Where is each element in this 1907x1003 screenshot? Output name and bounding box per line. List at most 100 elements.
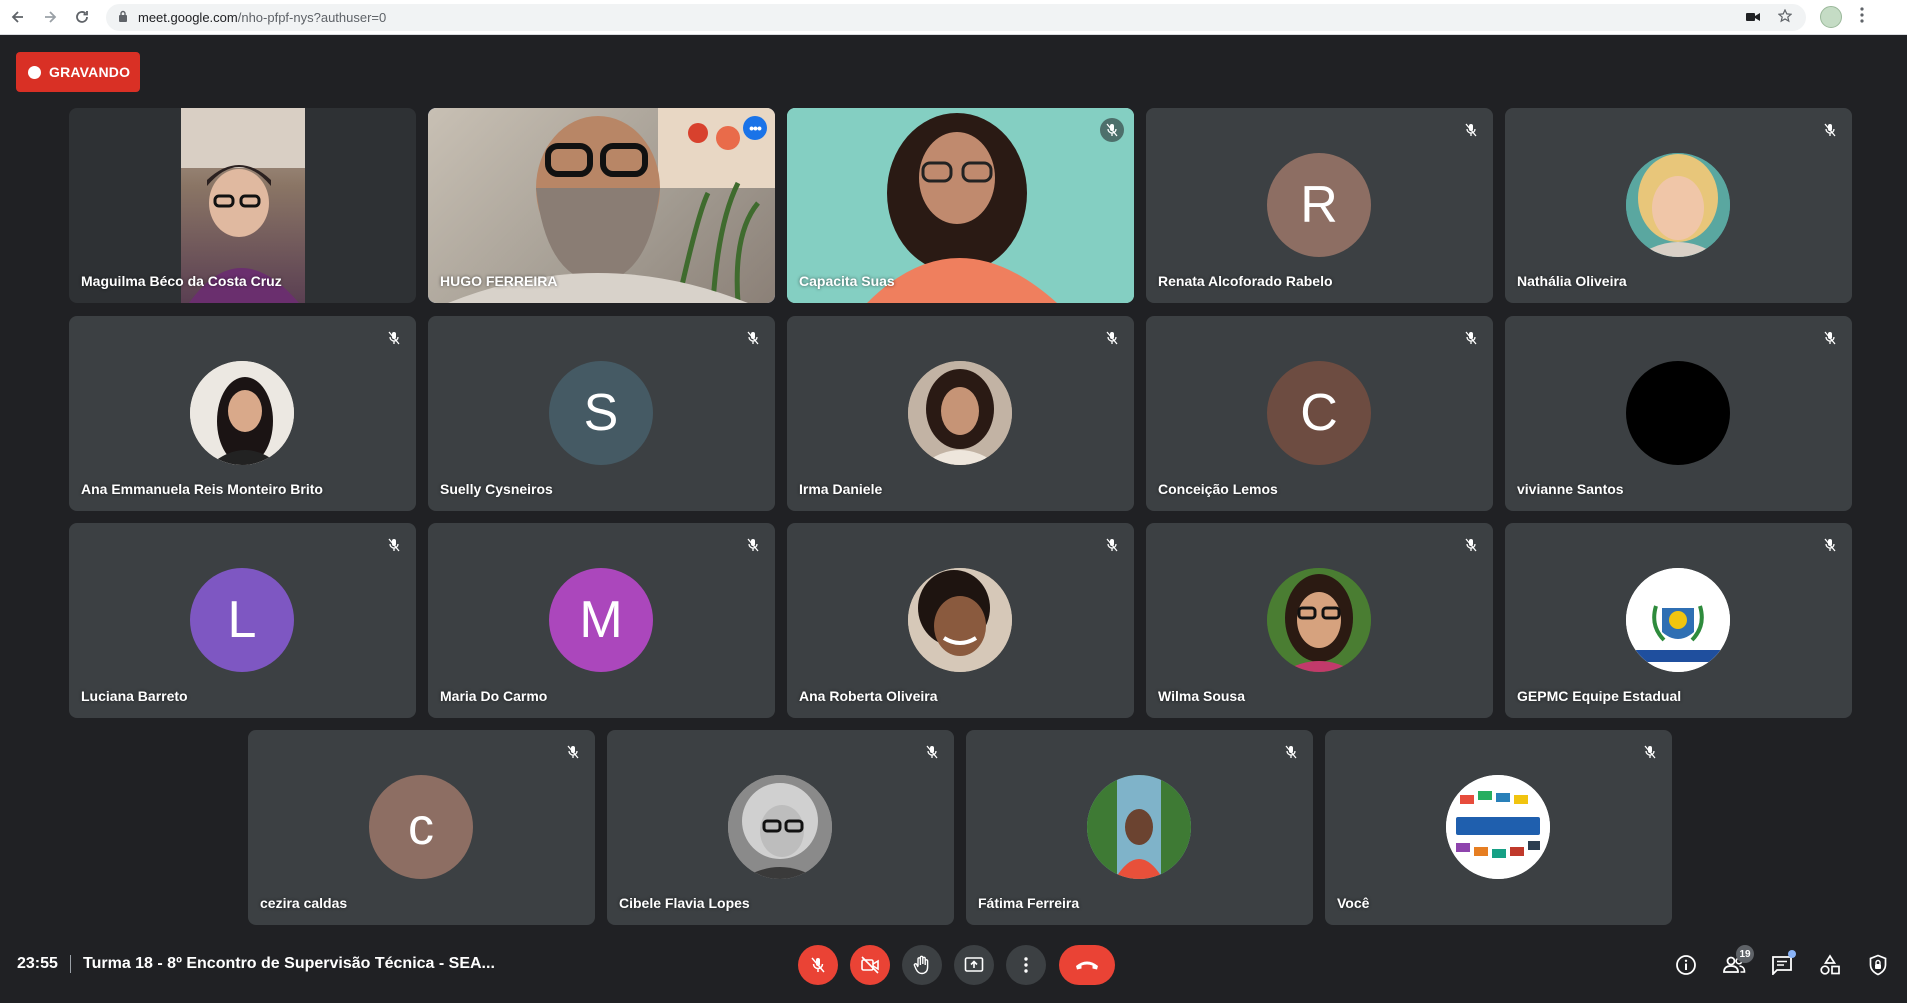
participant-name: Nathália Oliveira <box>1517 273 1627 289</box>
participant-tile[interactable]: Capacita Suas <box>787 108 1134 303</box>
activities-icon <box>1820 954 1840 975</box>
mic-off-icon <box>382 533 406 557</box>
participant-tile[interactable]: R Renata Alcoforado Rabelo <box>1146 108 1493 303</box>
mic-off-icon <box>382 326 406 350</box>
mic-off-icon <box>811 957 825 973</box>
avatar <box>1626 361 1730 465</box>
meeting-controls-bar: 23:55 Turma 18 - 8º Encontro de Supervis… <box>0 935 1907 995</box>
avatar <box>1267 568 1371 672</box>
participant-name: Capacita Suas <box>799 273 895 289</box>
more-options-icon[interactable]: ••• <box>743 116 767 140</box>
mic-off-icon <box>920 740 944 764</box>
mic-off-icon <box>1818 118 1842 142</box>
mic-off-icon <box>1459 118 1483 142</box>
url-host: meet.google.com <box>138 9 238 25</box>
participant-tile[interactable]: GEPMC Equipe Estadual <box>1505 523 1852 718</box>
participant-tile[interactable]: Ana Roberta Oliveira <box>787 523 1134 718</box>
mic-off-icon <box>1818 326 1842 350</box>
participant-tile[interactable]: Ana Emmanuela Reis Monteiro Brito <box>69 316 416 511</box>
mic-off-icon <box>1638 740 1662 764</box>
more-options-icon <box>1024 957 1028 973</box>
recording-badge: GRAVANDO <box>16 52 140 92</box>
participant-name: Você <box>1337 895 1370 911</box>
camera-toggle-button[interactable] <box>850 945 890 985</box>
state-crest-logo <box>1626 568 1730 672</box>
participant-tile[interactable]: vivianne Santos <box>1505 316 1852 511</box>
avatar: C <box>1267 361 1371 465</box>
chat-notification-dot <box>1788 950 1796 958</box>
present-screen-button[interactable] <box>954 945 994 985</box>
show-everyone-button[interactable]: 19 <box>1718 945 1754 981</box>
participant-name: Maguilma Béco da Costa Cruz <box>81 273 282 289</box>
chat-icon <box>1772 956 1792 975</box>
participant-tile[interactable]: Maguilma Béco da Costa Cruz <box>69 108 416 303</box>
participant-name: Irma Daniele <box>799 481 883 497</box>
participant-tile-speaking[interactable]: ••• HUGO FERREIRA <box>428 108 775 303</box>
participant-tile[interactable]: Cibele Flavia Lopes <box>607 730 954 925</box>
mic-off-icon <box>1818 533 1842 557</box>
participant-name: Suelly Cysneiros <box>440 481 553 497</box>
mic-off-icon <box>1100 326 1124 350</box>
mic-off-icon <box>1100 533 1124 557</box>
participant-name: cezira caldas <box>260 895 348 911</box>
mic-off-icon <box>1459 533 1483 557</box>
host-controls-icon <box>1869 954 1887 976</box>
url-path: /nho-pfpf-nys?authuser=0 <box>237 9 387 25</box>
chat-button[interactable] <box>1766 949 1798 981</box>
avatar <box>1087 775 1191 879</box>
participant-tile[interactable]: Fátima Ferreira <box>966 730 1313 925</box>
reload-icon[interactable] <box>68 3 96 31</box>
avatar <box>908 568 1012 672</box>
raise-hand-icon <box>913 955 929 975</box>
present-icon <box>964 957 984 972</box>
meeting-details-button[interactable] <box>1670 949 1702 981</box>
more-options-button[interactable] <box>1006 945 1046 985</box>
mic-off-icon <box>561 740 585 764</box>
browser-toolbar: meet.google.com/nho-pfpf-nys?authuser=0 <box>0 0 1907 35</box>
raise-hand-button[interactable] <box>902 945 942 985</box>
activities-button[interactable] <box>1814 949 1846 981</box>
participant-tile[interactable]: C Conceição Lemos <box>1146 316 1493 511</box>
camera-icon[interactable] <box>1746 9 1760 25</box>
microphone-toggle-button[interactable] <box>798 945 838 985</box>
leave-call-button[interactable] <box>1059 945 1115 985</box>
participant-tile[interactable]: S Suelly Cysneiros <box>428 316 775 511</box>
profile-avatar[interactable] <box>1820 6 1842 28</box>
avatar <box>1446 775 1550 879</box>
participant-tile[interactable]: Irma Daniele <box>787 316 1134 511</box>
star-icon[interactable] <box>1777 8 1793 26</box>
avatar: c <box>369 775 473 879</box>
participant-tile-self[interactable]: Você <box>1325 730 1672 925</box>
participant-name: Ana Roberta Oliveira <box>799 688 938 704</box>
meeting-title: Turma 18 - 8º Encontro de Supervisão Téc… <box>83 955 495 972</box>
meeting-clock: 23:55 <box>17 955 58 972</box>
participant-tile[interactable]: Nathália Oliveira <box>1505 108 1852 303</box>
menu-icon[interactable] <box>1860 6 1864 28</box>
address-bar[interactable]: meet.google.com/nho-pfpf-nys?authuser=0 <box>106 3 1806 31</box>
participant-name: Renata Alcoforado Rabelo <box>1158 273 1333 289</box>
participant-tile[interactable]: L Luciana Barreto <box>69 523 416 718</box>
capacita-suas-logo <box>1446 775 1550 879</box>
forward-icon[interactable] <box>36 3 64 31</box>
divider <box>70 955 71 973</box>
participant-name: Conceição Lemos <box>1158 481 1278 497</box>
participant-tile[interactable]: c cezira caldas <box>248 730 595 925</box>
participant-name: Fátima Ferreira <box>978 895 1080 911</box>
recording-label: GRAVANDO <box>49 64 131 80</box>
lock-icon <box>118 10 128 25</box>
avatar <box>728 775 832 879</box>
avatar <box>1626 568 1730 672</box>
participant-tile[interactable]: M Maria Do Carmo <box>428 523 775 718</box>
back-icon[interactable] <box>4 3 32 31</box>
avatar <box>908 361 1012 465</box>
hang-up-icon <box>1076 961 1098 970</box>
mic-off-icon <box>1100 118 1124 142</box>
recording-dot-icon <box>28 65 41 79</box>
info-icon <box>1676 955 1696 975</box>
participant-name: Wilma Sousa <box>1158 688 1246 704</box>
participant-tile[interactable]: Wilma Sousa <box>1146 523 1493 718</box>
avatar <box>190 361 294 465</box>
participant-name: Cibele Flavia Lopes <box>619 895 750 911</box>
mic-off-icon <box>741 533 765 557</box>
host-controls-button[interactable] <box>1862 949 1894 981</box>
